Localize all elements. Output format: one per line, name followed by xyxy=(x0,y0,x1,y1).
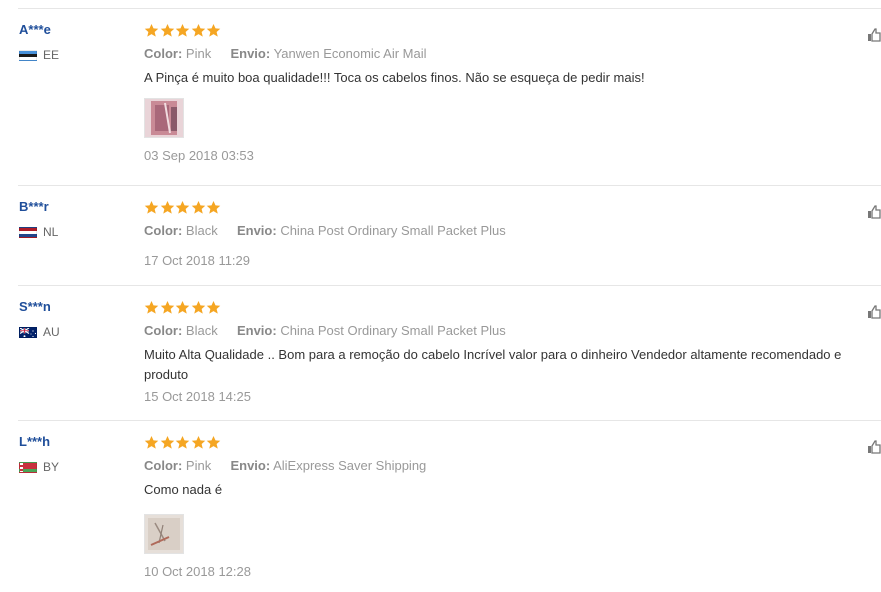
color-label: Color: xyxy=(144,46,183,61)
thumbs-up-icon[interactable] xyxy=(867,205,881,219)
photo-image xyxy=(145,99,183,137)
star-icon xyxy=(144,200,159,214)
product-attributes: Color: Black Envio: China Post Ordinary … xyxy=(144,323,881,339)
flag-icon xyxy=(19,461,37,473)
star-icon xyxy=(206,200,221,214)
star-icon xyxy=(160,300,174,314)
shipping-value: Yanwen Economic Air Mail xyxy=(273,46,427,61)
shipping-label: Envio: xyxy=(230,46,271,61)
review-date: 10 Oct 2018 12:28 xyxy=(144,564,251,579)
reviews-feed: A***e EE Color: Pink Envio: Yanwen Econo… xyxy=(0,0,881,592)
divider xyxy=(18,420,881,421)
reviewer-info: B***r NL xyxy=(19,199,129,239)
divider xyxy=(18,8,881,9)
reviewer-name[interactable]: A***e xyxy=(19,22,129,38)
reviewer-country: BY xyxy=(19,460,129,474)
color-label: Color: xyxy=(144,223,183,238)
star-icon xyxy=(206,435,221,449)
star-icon xyxy=(144,435,159,449)
star-rating xyxy=(144,434,881,450)
star-icon xyxy=(191,300,205,314)
star-icon xyxy=(191,435,205,449)
shipping-label: Envio: xyxy=(236,323,277,338)
flag-icon xyxy=(19,226,37,238)
reviewer-name[interactable]: S***n xyxy=(19,299,129,315)
color-value: Black xyxy=(185,323,218,338)
color-value: Pink xyxy=(185,46,212,61)
shipping-value: China Post Ordinary Small Packet Plus xyxy=(280,323,506,338)
shipping-label: Envio: xyxy=(230,458,271,473)
reviewer-country: AU xyxy=(19,325,129,339)
star-icon xyxy=(144,300,159,314)
reviewer-country: NL xyxy=(19,225,129,239)
reviewer-country: EE xyxy=(19,48,129,62)
country-code: AU xyxy=(43,325,60,339)
reviewer-info: S***n AU xyxy=(19,299,129,339)
star-icon xyxy=(160,200,174,214)
review-date: 03 Sep 2018 03:53 xyxy=(144,148,254,163)
star-icon xyxy=(191,200,205,214)
star-icon xyxy=(175,200,190,214)
star-icon xyxy=(175,435,190,449)
thumbs-up-icon[interactable] xyxy=(867,305,881,319)
country-code: EE xyxy=(43,48,60,62)
divider xyxy=(18,185,881,186)
divider xyxy=(18,285,881,286)
reviewer-name[interactable]: B***r xyxy=(19,199,129,215)
review-text: Muito Alta Qualidade .. Bom para a remoç… xyxy=(144,347,842,382)
reviewer-info: L***h BY xyxy=(19,434,129,474)
star-rating xyxy=(144,299,881,315)
country-code: NL xyxy=(43,225,59,239)
review-photo-thumbnail[interactable] xyxy=(144,514,184,554)
star-icon xyxy=(191,23,205,37)
product-attributes: Color: Black Envio: China Post Ordinary … xyxy=(144,223,881,239)
star-icon xyxy=(206,23,221,37)
review-date: 15 Oct 2018 14:25 xyxy=(144,389,251,404)
review-photo-thumbnail[interactable] xyxy=(144,98,184,138)
thumbs-up-icon[interactable] xyxy=(867,440,881,454)
star-icon xyxy=(160,23,174,37)
review-content: Color: Pink Envio: AliExpress Saver Ship… xyxy=(144,434,881,580)
star-icon xyxy=(160,435,174,449)
review-text: Como nada é xyxy=(144,482,223,497)
review-date: 17 Oct 2018 11:29 xyxy=(144,253,251,268)
color-label: Color: xyxy=(144,458,183,473)
flag-icon xyxy=(19,49,37,61)
review-text: A Pinça é muito boa qualidade!!! Toca os… xyxy=(144,70,645,85)
shipping-value: AliExpress Saver Shipping xyxy=(273,458,427,473)
product-attributes: Color: Pink Envio: AliExpress Saver Ship… xyxy=(144,458,881,474)
color-label: Color: xyxy=(144,323,183,338)
shipping-value: China Post Ordinary Small Packet Plus xyxy=(280,223,506,238)
thumbs-up-icon[interactable] xyxy=(867,28,881,42)
star-icon xyxy=(175,300,190,314)
reviewer-info: A***e EE xyxy=(19,22,129,62)
review-content: Color: Black Envio: China Post Ordinary … xyxy=(144,299,881,405)
shipping-label: Envio: xyxy=(236,223,277,238)
country-code: BY xyxy=(43,460,60,474)
product-attributes: Color: Pink Envio: Yanwen Economic Air M… xyxy=(144,46,881,62)
color-value: Pink xyxy=(185,458,212,473)
flag-icon xyxy=(19,326,37,338)
star-icon xyxy=(206,300,221,314)
reviewer-name[interactable]: L***h xyxy=(19,434,129,450)
review-content: Color: Pink Envio: Yanwen Economic Air M… xyxy=(144,22,881,164)
star-rating xyxy=(144,199,881,215)
star-rating xyxy=(144,22,881,38)
star-icon xyxy=(144,23,159,37)
color-value: Black xyxy=(185,223,218,238)
review-content: Color: Black Envio: China Post Ordinary … xyxy=(144,199,881,269)
star-icon xyxy=(175,23,190,37)
photo-image xyxy=(145,515,183,553)
